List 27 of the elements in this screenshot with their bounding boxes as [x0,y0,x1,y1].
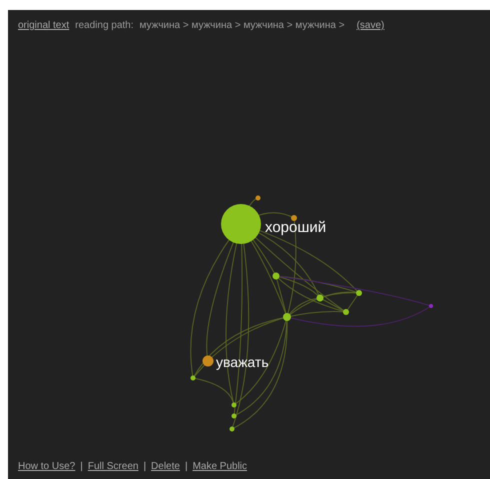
reading-path: мужчина > мужчина > мужчина > мужчина > [140,20,345,31]
footer-link[interactable]: Make Public [192,461,248,472]
graph-node[interactable] [232,402,236,408]
graph-node[interactable] [291,215,297,221]
graph-node[interactable] [356,290,362,296]
footer-link[interactable]: How to Use? [18,461,76,472]
separator: | [143,461,146,472]
footer-link[interactable]: Delete [151,461,180,472]
graph-node[interactable] [202,356,214,366]
footer-link[interactable]: Full Screen [88,461,138,472]
graph-node[interactable] [272,272,280,280]
graph-node[interactable] [221,204,261,244]
original-text-link[interactable]: original text [18,20,70,31]
node-label: уважать [216,354,269,370]
graph-node[interactable] [232,414,236,418]
save-link[interactable]: (save) [356,20,384,31]
graph-node[interactable] [256,196,260,200]
graph-node[interactable] [283,313,291,321]
graph-node[interactable] [316,294,324,302]
node-label: хороший [265,219,326,236]
graph-node[interactable] [429,304,433,308]
graph-node[interactable] [230,426,234,432]
reading-path-label: reading path: [75,20,134,31]
separator: | [184,461,188,472]
separator: | [80,461,83,472]
graph-node[interactable] [190,376,196,380]
graph-node[interactable] [343,309,349,315]
